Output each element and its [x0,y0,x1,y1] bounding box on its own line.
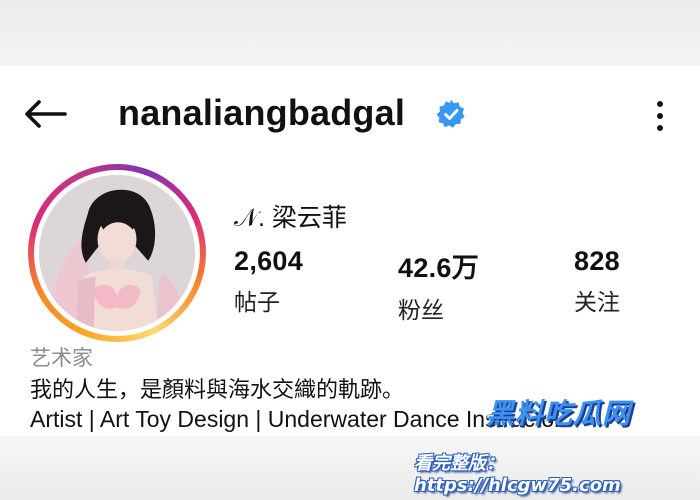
stat-posts[interactable]: 2,604 帖子 [234,246,303,317]
story-ring[interactable] [28,164,206,342]
back-button[interactable] [20,94,70,134]
more-vertical-icon [657,101,663,131]
profile-header: nanaliangbadgal [0,66,700,166]
more-options-button[interactable] [646,96,674,136]
followers-count: 42.6万 [398,253,480,283]
followers-label: 粉丝 [398,297,444,323]
watermark-logo: 黑料吃瓜网 [486,397,632,430]
stat-following[interactable]: 828 关注 [574,246,620,317]
bio-text: 我的人生，是顏料與海水交織的軌跡。 [30,377,405,402]
avatar [39,175,195,331]
following-label: 关注 [574,289,620,315]
watermark-url: 看完整版：https://hlcgw75.com [414,453,621,496]
display-name: 𝒩. 梁云菲 [234,204,347,232]
posts-count: 2,604 [234,246,304,276]
username: nanaliangbadgal [118,92,406,133]
avatar-image [39,175,195,331]
following-count: 828 [574,246,620,276]
bio-category: 艺术家 [30,347,93,370]
arrow-left-icon [25,100,67,128]
stat-followers[interactable]: 42.6万 粉丝 [398,246,479,325]
posts-label: 帖子 [234,289,280,315]
top-background-band [0,0,700,66]
verified-badge-icon [436,100,465,128]
